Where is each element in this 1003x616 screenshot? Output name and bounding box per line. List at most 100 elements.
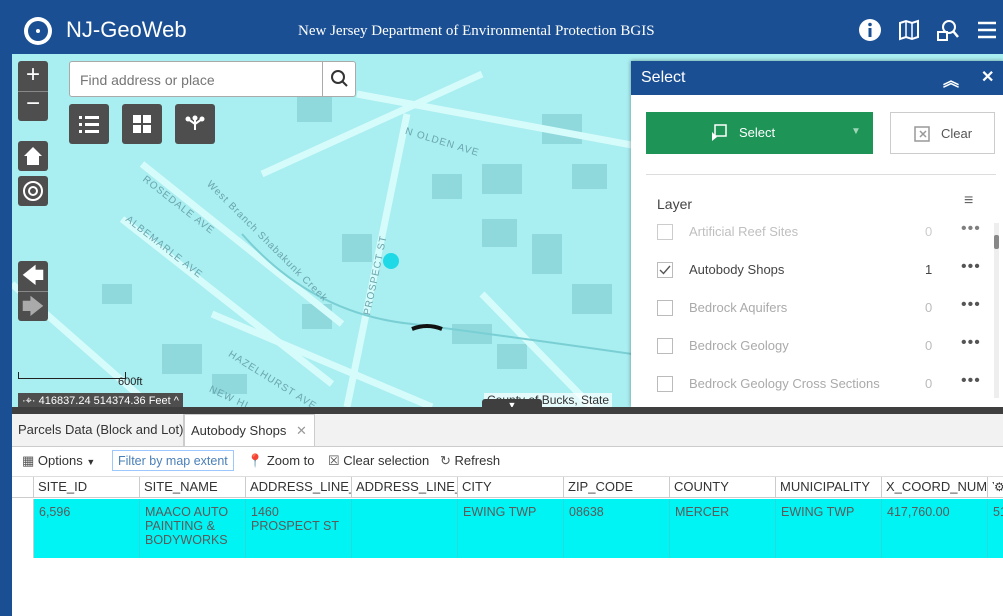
column-header[interactable]: MUNICIPALITY [776,477,882,498]
clear-selection-button[interactable]: ☒ Clear selection [328,453,429,469]
more-options-icon[interactable]: ••• [961,296,981,314]
grid-icon [133,115,151,133]
app-title: NJ-GeoWeb [66,17,187,42]
row-selector-header [12,477,34,498]
zoom-to-label: Zoom to [266,453,315,468]
layer-checkbox-checked[interactable] [657,262,673,278]
layer-checkbox[interactable] [657,300,673,316]
coordinate-readout: 416837.24 514374.36 Feet [38,395,171,407]
chevron-up-icon[interactable]: ^ [174,395,179,407]
search-box [69,61,356,97]
previous-extent-icon[interactable]: 🡄 [18,261,48,292]
column-header[interactable]: ADDRESS_LINE_1 [246,477,352,498]
dropdown-caret-icon: ▼ [86,457,96,467]
location-pin-icon: 📍 [247,453,264,468]
zoom-to-button[interactable]: 📍 Zoom to [247,453,315,469]
more-options-icon[interactable]: ••• [961,258,981,276]
layer-name: Bedrock Aquifers [689,300,788,315]
clear-button[interactable]: Clear [890,112,995,154]
refresh-button[interactable]: ↻ Refresh [440,453,500,469]
table-cell[interactable] [352,499,458,558]
column-header[interactable]: CITY [458,477,564,498]
layer-count: 0 [925,338,933,353]
clear-selection-icon [914,126,930,142]
table-cell[interactable]: 6,596 [34,499,140,558]
layer-checkbox[interactable] [657,338,673,354]
close-tab-icon[interactable]: ✕ [296,423,307,438]
scale-label: 600ft [118,376,143,388]
search-person-icon[interactable] [935,18,961,44]
layer-row[interactable]: Bedrock Geology 0 ••• [657,327,987,365]
grid-menu-icon: ▦ [22,453,35,468]
layer-count: 0 [925,376,933,391]
table-cell[interactable]: 51 [988,499,1003,558]
locate-button[interactable] [18,176,48,206]
scrollbar-thumb[interactable] [994,235,999,249]
layer-row[interactable]: Artificial Reef Sites 0 ••• [657,213,987,251]
column-header[interactable]: COUNTY [670,477,776,498]
toggle-table-button[interactable]: ▼ [482,399,542,407]
layer-row[interactable]: Bedrock Aquifers 0 ••• [657,289,987,327]
locate-icon [23,181,43,201]
table-cell[interactable]: MAACO AUTO PAINTING & BODYWORKS [140,499,246,558]
refresh-icon: ↻ [440,453,451,468]
table-cell[interactable]: 08638 [564,499,670,558]
table-cell[interactable]: MERCER [670,499,776,558]
close-icon[interactable]: ✕ [981,67,994,87]
collapse-icon[interactable]: ︽ [943,67,959,91]
tab-label: Parcels Data (Block and Lot) [18,422,184,437]
column-header[interactable]: ZIP_CODE [564,477,670,498]
table-cell[interactable]: 417,760.00 [882,499,988,558]
select-button[interactable]: Select ▼ [646,112,873,154]
column-header[interactable]: ADDRESS_LINE_2 [352,477,458,498]
zoom-out-button[interactable]: − [18,92,48,121]
layer-row[interactable]: Autobody Shops 1 ••• [657,251,987,289]
row-selector[interactable] [12,499,34,558]
home-button[interactable] [18,141,48,171]
basemap-gallery-button[interactable] [122,104,162,144]
tab-autobody-shops[interactable]: Autobody Shops ✕ [184,414,315,446]
table-cell[interactable]: EWING TWP [458,499,564,558]
filter-options-icon[interactable]: ≡ [964,192,973,210]
search-input[interactable] [78,69,322,91]
map-view[interactable]: N OLDEN AVE ROSEDALE AVE West Branch Sha… [12,54,1003,407]
options-menu[interactable]: ▦ Options ▼ [22,453,95,469]
layer-row[interactable]: Bedrock Geology Cross Sections 0 ••• [657,365,987,393]
app-frame: NJ-GeoWeb New Jersey Department of Envir… [12,8,1003,616]
scale-bar [18,372,126,379]
layer-count: 0 [925,300,933,315]
column-header[interactable]: SITE_NAME [140,477,246,498]
search-button[interactable] [322,62,356,96]
dropdown-caret-icon[interactable]: ▼ [851,126,861,137]
tab-parcels-data[interactable]: Parcels Data (Block and Lot) [12,414,184,446]
info-icon[interactable] [857,18,883,44]
share-button[interactable] [175,104,215,144]
layer-list-scrollbar[interactable] [994,223,999,398]
menu-icon[interactable] [974,18,1000,44]
layer-list-button[interactable] [69,104,109,144]
layer-header: Layer [657,196,693,212]
layer-count: 1 [925,262,933,277]
layer-checkbox[interactable] [657,224,673,240]
next-extent-icon[interactable]: 🡆 [18,292,48,321]
attribute-table: Parcels Data (Block and Lot) Autobody Sh… [12,407,1003,616]
more-options-icon[interactable]: ••• [961,334,981,352]
table-cell[interactable]: EWING TWP [776,499,882,558]
coordinate-widget[interactable]: ·⌖· 416837.24 514374.36 Feet ^ [18,393,183,407]
select-panel-header: Select ︽ ✕ [631,61,1003,95]
select-features-icon [712,124,727,141]
divider [646,174,996,175]
checkmark-icon [659,265,671,275]
more-options-icon[interactable]: ••• [961,220,981,238]
more-options-icon[interactable]: ••• [961,372,981,390]
zoom-in-button[interactable]: + [18,61,48,92]
column-header[interactable]: SITE_ID [34,477,140,498]
select-button-label: Select [739,125,776,140]
map-layers-icon[interactable] [896,18,922,44]
filter-by-extent-button[interactable]: Filter by map extent [112,450,234,471]
column-header[interactable]: X_COORD_NUM [882,477,988,498]
table-cell[interactable]: 1460 PROSPECT ST [246,499,352,558]
column-settings-icon[interactable]: ⚙ [994,480,1003,494]
panel-splitter[interactable] [12,407,1003,414]
layer-checkbox[interactable] [657,376,673,392]
